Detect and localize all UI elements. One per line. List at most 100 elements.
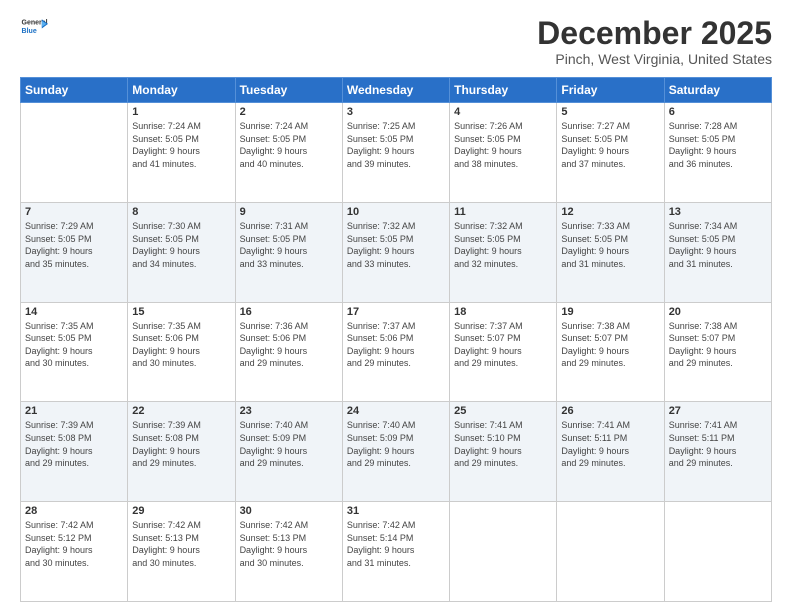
col-header-monday: Monday <box>128 78 235 103</box>
day-number: 24 <box>347 405 445 417</box>
cell-5-7 <box>664 502 771 602</box>
cell-info: Sunrise: 7:35 AMSunset: 5:05 PMDaylight:… <box>25 320 123 370</box>
title-block: December 2025 Pinch, West Virginia, Unit… <box>537 16 772 67</box>
cell-info: Sunrise: 7:41 AMSunset: 5:11 PMDaylight:… <box>669 419 767 469</box>
cell-3-6: 19 Sunrise: 7:38 AMSunset: 5:07 PMDayligh… <box>557 302 664 402</box>
cell-info: Sunrise: 7:42 AMSunset: 5:13 PMDaylight:… <box>132 519 230 569</box>
day-number: 30 <box>240 505 338 517</box>
day-number: 31 <box>347 505 445 517</box>
cell-4-7: 27 Sunrise: 7:41 AMSunset: 5:11 PMDayligh… <box>664 402 771 502</box>
cell-info: Sunrise: 7:26 AMSunset: 5:05 PMDaylight:… <box>454 120 552 170</box>
cell-3-3: 16Sunrise: 7:36 AMSunset: 5:06 PMDayligh… <box>235 302 342 402</box>
cell-info: Sunrise: 7:35 AMSunset: 5:06 PMDaylight:… <box>132 320 230 370</box>
day-number: 3 <box>347 106 445 118</box>
cell-3-2: 15 Sunrise: 7:35 AMSunset: 5:06 PMDayligh… <box>128 302 235 402</box>
day-number: 15 <box>132 306 230 318</box>
cell-1-7: 6Sunrise: 7:28 AMSunset: 5:05 PMDaylight… <box>664 103 771 203</box>
cell-info: Sunrise: 7:30 AMSunset: 5:05 PMDaylight:… <box>132 220 230 270</box>
cell-info: Sunrise: 7:38 AMSunset: 5:07 PMDaylight:… <box>561 320 659 370</box>
day-number: 28 <box>25 505 123 517</box>
cell-2-7: 13 Sunrise: 7:34 AMSunset: 5:05 PMDayligh… <box>664 202 771 302</box>
cell-3-1: 14 Sunrise: 7:35 AMSunset: 5:05 PMDayligh… <box>21 302 128 402</box>
day-number: 8 <box>132 206 230 218</box>
col-header-thursday: Thursday <box>450 78 557 103</box>
cell-2-6: 12Sunrise: 7:33 AMSunset: 5:05 PMDayligh… <box>557 202 664 302</box>
cell-3-7: 20 Sunrise: 7:38 AMSunset: 5:07 PMDayligh… <box>664 302 771 402</box>
day-number: 18 <box>454 306 552 318</box>
logo-icon: General Blue <box>20 16 48 38</box>
week-row-2: 7 Sunrise: 7:29 AMSunset: 5:05 PMDaylight… <box>21 202 772 302</box>
header-row: SundayMondayTuesdayWednesdayThursdayFrid… <box>21 78 772 103</box>
day-number: 27 <box>669 405 767 417</box>
cell-4-6: 26 Sunrise: 7:41 AMSunset: 5:11 PMDayligh… <box>557 402 664 502</box>
cell-info: Sunrise: 7:42 AMSunset: 5:14 PMDaylight:… <box>347 519 445 569</box>
logo: General Blue <box>20 16 48 38</box>
day-number: 4 <box>454 106 552 118</box>
col-header-friday: Friday <box>557 78 664 103</box>
cell-info: Sunrise: 7:42 AMSunset: 5:13 PMDaylight:… <box>240 519 338 569</box>
cell-1-3: 2 Sunrise: 7:24 AMSunset: 5:05 PMDaylight… <box>235 103 342 203</box>
day-number: 2 <box>240 106 338 118</box>
day-number: 20 <box>669 306 767 318</box>
cell-info: Sunrise: 7:34 AMSunset: 5:05 PMDaylight:… <box>669 220 767 270</box>
cell-5-3: 30 Sunrise: 7:42 AMSunset: 5:13 PMDayligh… <box>235 502 342 602</box>
cell-1-4: 3 Sunrise: 7:25 AMSunset: 5:05 PMDaylight… <box>342 103 449 203</box>
cell-2-5: 11 Sunrise: 7:32 AMSunset: 5:05 PMDayligh… <box>450 202 557 302</box>
day-number: 7 <box>25 206 123 218</box>
cell-info: Sunrise: 7:38 AMSunset: 5:07 PMDaylight:… <box>669 320 767 370</box>
cell-5-2: 29 Sunrise: 7:42 AMSunset: 5:13 PMDayligh… <box>128 502 235 602</box>
cell-4-4: 24Sunrise: 7:40 AMSunset: 5:09 PMDayligh… <box>342 402 449 502</box>
col-header-tuesday: Tuesday <box>235 78 342 103</box>
day-number: 1 <box>132 106 230 118</box>
week-row-5: 28 Sunrise: 7:42 AMSunset: 5:12 PMDayligh… <box>21 502 772 602</box>
week-row-1: 1 Sunrise: 7:24 AMSunset: 5:05 PMDaylight… <box>21 103 772 203</box>
cell-4-5: 25 Sunrise: 7:41 AMSunset: 5:10 PMDayligh… <box>450 402 557 502</box>
cell-4-2: 22 Sunrise: 7:39 AMSunset: 5:08 PMDayligh… <box>128 402 235 502</box>
cell-info: Sunrise: 7:40 AMSunset: 5:09 PMDaylight:… <box>240 419 338 469</box>
week-row-3: 14 Sunrise: 7:35 AMSunset: 5:05 PMDayligh… <box>21 302 772 402</box>
cell-2-2: 8 Sunrise: 7:30 AMSunset: 5:05 PMDaylight… <box>128 202 235 302</box>
day-number: 14 <box>25 306 123 318</box>
calendar-table: SundayMondayTuesdayWednesdayThursdayFrid… <box>20 77 772 602</box>
cell-info: Sunrise: 7:24 AMSunset: 5:05 PMDaylight:… <box>240 120 338 170</box>
cell-2-3: 9Sunrise: 7:31 AMSunset: 5:05 PMDaylight… <box>235 202 342 302</box>
day-number: 6 <box>669 106 767 118</box>
day-number: 5 <box>561 106 659 118</box>
col-header-wednesday: Wednesday <box>342 78 449 103</box>
location: Pinch, West Virginia, United States <box>537 51 772 67</box>
day-number: 11 <box>454 206 552 218</box>
cell-3-5: 18 Sunrise: 7:37 AMSunset: 5:07 PMDayligh… <box>450 302 557 402</box>
cell-info: Sunrise: 7:41 AMSunset: 5:10 PMDaylight:… <box>454 419 552 469</box>
day-number: 22 <box>132 405 230 417</box>
day-number: 26 <box>561 405 659 417</box>
cell-info: Sunrise: 7:37 AMSunset: 5:06 PMDaylight:… <box>347 320 445 370</box>
cell-info: Sunrise: 7:25 AMSunset: 5:05 PMDaylight:… <box>347 120 445 170</box>
cell-3-4: 17Sunrise: 7:37 AMSunset: 5:06 PMDayligh… <box>342 302 449 402</box>
day-number: 25 <box>454 405 552 417</box>
cell-info: Sunrise: 7:32 AMSunset: 5:05 PMDaylight:… <box>454 220 552 270</box>
cell-5-6 <box>557 502 664 602</box>
cell-4-1: 21Sunrise: 7:39 AMSunset: 5:08 PMDayligh… <box>21 402 128 502</box>
cell-info: Sunrise: 7:41 AMSunset: 5:11 PMDaylight:… <box>561 419 659 469</box>
col-header-saturday: Saturday <box>664 78 771 103</box>
cell-2-4: 10Sunrise: 7:32 AMSunset: 5:05 PMDayligh… <box>342 202 449 302</box>
day-number: 29 <box>132 505 230 517</box>
day-number: 23 <box>240 405 338 417</box>
day-number: 9 <box>240 206 338 218</box>
cell-5-1: 28 Sunrise: 7:42 AMSunset: 5:12 PMDayligh… <box>21 502 128 602</box>
cell-info: Sunrise: 7:27 AMSunset: 5:05 PMDaylight:… <box>561 120 659 170</box>
cell-info: Sunrise: 7:37 AMSunset: 5:07 PMDaylight:… <box>454 320 552 370</box>
header: General Blue December 2025 Pinch, West V… <box>20 16 772 67</box>
cell-info: Sunrise: 7:24 AMSunset: 5:05 PMDaylight:… <box>132 120 230 170</box>
day-number: 10 <box>347 206 445 218</box>
cell-info: Sunrise: 7:36 AMSunset: 5:06 PMDaylight:… <box>240 320 338 370</box>
cell-info: Sunrise: 7:42 AMSunset: 5:12 PMDaylight:… <box>25 519 123 569</box>
cell-info: Sunrise: 7:29 AMSunset: 5:05 PMDaylight:… <box>25 220 123 270</box>
cell-info: Sunrise: 7:39 AMSunset: 5:08 PMDaylight:… <box>132 419 230 469</box>
day-number: 19 <box>561 306 659 318</box>
cell-1-2: 1 Sunrise: 7:24 AMSunset: 5:05 PMDaylight… <box>128 103 235 203</box>
cell-1-1 <box>21 103 128 203</box>
cell-5-5 <box>450 502 557 602</box>
day-number: 13 <box>669 206 767 218</box>
week-row-4: 21Sunrise: 7:39 AMSunset: 5:08 PMDayligh… <box>21 402 772 502</box>
